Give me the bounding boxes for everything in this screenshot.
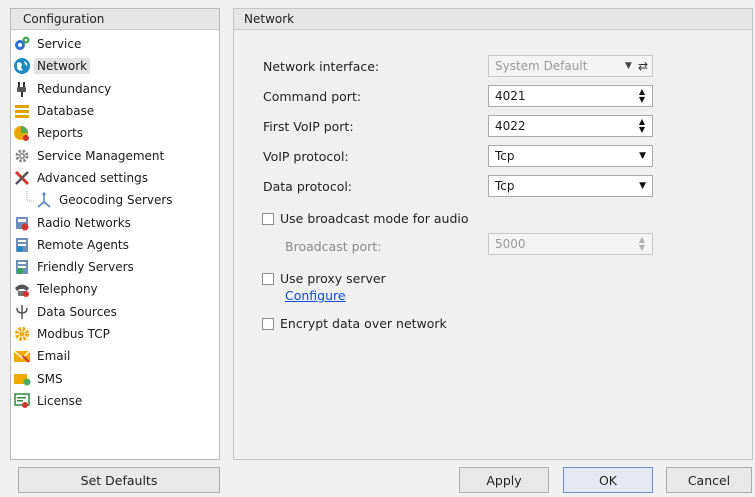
gear-icon [13, 147, 31, 165]
voip-protocol-label: VoIP protocol: [263, 149, 349, 164]
redundancy-plug-icon [13, 80, 31, 98]
command-port-spinner[interactable]: 4021 ▲ ▼ [488, 85, 653, 107]
voip-protocol-value: Tcp [495, 149, 515, 163]
checkbox-box[interactable] [262, 317, 274, 330]
data-protocol-select[interactable]: Tcp ▼ [488, 175, 653, 197]
radio-networks-icon [13, 214, 31, 232]
tree-item-data-sources[interactable]: Data Sources [11, 301, 219, 323]
broadcast-port-spinner[interactable]: 5000 ▲ ▼ [488, 233, 653, 255]
tree-item-telephony[interactable]: Telephony [11, 278, 219, 300]
refresh-icon[interactable]: ⇄ [638, 59, 648, 73]
spinner-arrows-icon[interactable]: ▲ ▼ [635, 88, 649, 104]
tree-item-label: License [37, 393, 83, 408]
proxy-server-label: Use proxy server [280, 271, 386, 286]
network-header: Network [234, 9, 752, 30]
tools-icon [13, 169, 31, 187]
tree-item-remote-agents[interactable]: Remote Agents [11, 234, 219, 256]
first-voip-port-spinner[interactable]: 4022 ▲ ▼ [488, 115, 653, 137]
data-protocol-label: Data protocol: [263, 179, 353, 194]
configuration-header: Configuration [11, 9, 219, 30]
tree-item-label: Data Sources [37, 304, 117, 319]
tree-item-label: Redundancy [37, 81, 112, 96]
broadcast-mode-checkbox[interactable]: Use broadcast mode for audio [262, 211, 469, 226]
email-icon [13, 347, 31, 365]
configure-proxy-link[interactable]: Configure [285, 288, 346, 303]
tree-item-label: Service Management [37, 148, 165, 163]
tree-item-radio-networks[interactable]: Radio Networks [11, 211, 219, 233]
checkbox-box[interactable] [262, 212, 274, 225]
network-interface-select[interactable]: System Default ▼ ⇄ [488, 55, 653, 77]
chevron-down-icon: ▼ [639, 181, 646, 191]
tree-item-label: Radio Networks [37, 215, 131, 230]
tree-item-label: Advanced settings [37, 170, 148, 185]
chevron-down-icon: ▼ [625, 61, 632, 71]
spinner-arrows-icon[interactable]: ▲ ▼ [635, 236, 649, 252]
tree-item-label: Database [37, 104, 95, 119]
set-defaults-button[interactable]: Set Defaults [18, 467, 220, 493]
broadcast-mode-label: Use broadcast mode for audio [280, 211, 469, 226]
command-port-label: Command port: [263, 89, 362, 104]
sms-icon [13, 370, 31, 388]
tree-item-network[interactable]: Network [11, 55, 219, 77]
broadcast-port-label: Broadcast port: [285, 239, 382, 254]
license-icon [13, 392, 31, 410]
tree-item-label: Service [37, 37, 82, 52]
chevron-down-icon: ▼ [639, 151, 646, 161]
encrypt-data-checkbox[interactable]: Encrypt data over network [262, 316, 447, 331]
proxy-server-checkbox[interactable]: Use proxy server [262, 271, 386, 286]
tree-item-label: Geocoding Servers [59, 193, 173, 208]
tree-connector-icon [25, 191, 35, 209]
first-voip-port-value: 4022 [495, 119, 526, 133]
network-globe-icon [13, 57, 31, 75]
tree-item-label: Email [37, 349, 71, 364]
database-icon [13, 102, 31, 120]
network-interface-value: System Default [495, 59, 588, 73]
tree-item-sms[interactable]: SMS [11, 367, 219, 389]
tree-item-label: Network [34, 58, 91, 75]
service-icon [13, 35, 31, 53]
first-voip-port-label: First VoIP port: [263, 119, 354, 134]
reports-icon [13, 124, 31, 142]
remote-agents-icon [13, 236, 31, 254]
network-interface-label: Network interface: [263, 59, 380, 74]
tree-item-redundancy[interactable]: Redundancy [11, 78, 219, 100]
broadcast-port-value: 5000 [495, 237, 526, 251]
spinner-arrows-icon[interactable]: ▲ ▼ [635, 118, 649, 134]
tree-item-license[interactable]: License [11, 390, 219, 412]
configuration-panel: Configuration Service Network Redundancy… [10, 8, 220, 460]
apply-button[interactable]: Apply [459, 467, 549, 493]
data-protocol-value: Tcp [495, 179, 515, 193]
voip-protocol-select[interactable]: Tcp ▼ [488, 145, 653, 167]
tree-item-email[interactable]: Email [11, 345, 219, 367]
encrypt-data-label: Encrypt data over network [280, 316, 447, 331]
data-sources-icon [13, 303, 31, 321]
tree-item-label: Modbus TCP [37, 327, 110, 341]
tree-item-reports[interactable]: Reports [11, 122, 219, 144]
tree-item-label: Telephony [37, 282, 98, 297]
checkbox-box[interactable] [262, 272, 274, 285]
geocoding-icon [35, 191, 53, 209]
tree-item-service-management[interactable]: Service Management [11, 144, 219, 166]
ok-button[interactable]: OK [563, 467, 653, 493]
tree-item-advanced-settings[interactable]: Advanced settings [11, 167, 219, 189]
configuration-tree: Service Network Redundancy Database Repo… [11, 30, 219, 412]
cancel-button[interactable]: Cancel [666, 467, 752, 493]
telephony-icon [13, 280, 31, 298]
modbus-icon [13, 325, 31, 343]
tree-item-label: Remote Agents [37, 237, 129, 252]
tree-item-database[interactable]: Database [11, 100, 219, 122]
tree-item-label: SMS [37, 371, 63, 386]
tree-item-modbus-tcp[interactable]: Modbus TCP [11, 323, 219, 345]
tree-item-geocoding-servers[interactable]: Geocoding Servers [11, 189, 219, 211]
command-port-value: 4021 [495, 89, 526, 103]
tree-item-label: Reports [37, 126, 84, 141]
tree-item-service[interactable]: Service [11, 33, 219, 55]
tree-item-label: Friendly Servers [37, 260, 134, 275]
friendly-servers-icon [13, 258, 31, 276]
tree-item-friendly-servers[interactable]: Friendly Servers [11, 256, 219, 278]
